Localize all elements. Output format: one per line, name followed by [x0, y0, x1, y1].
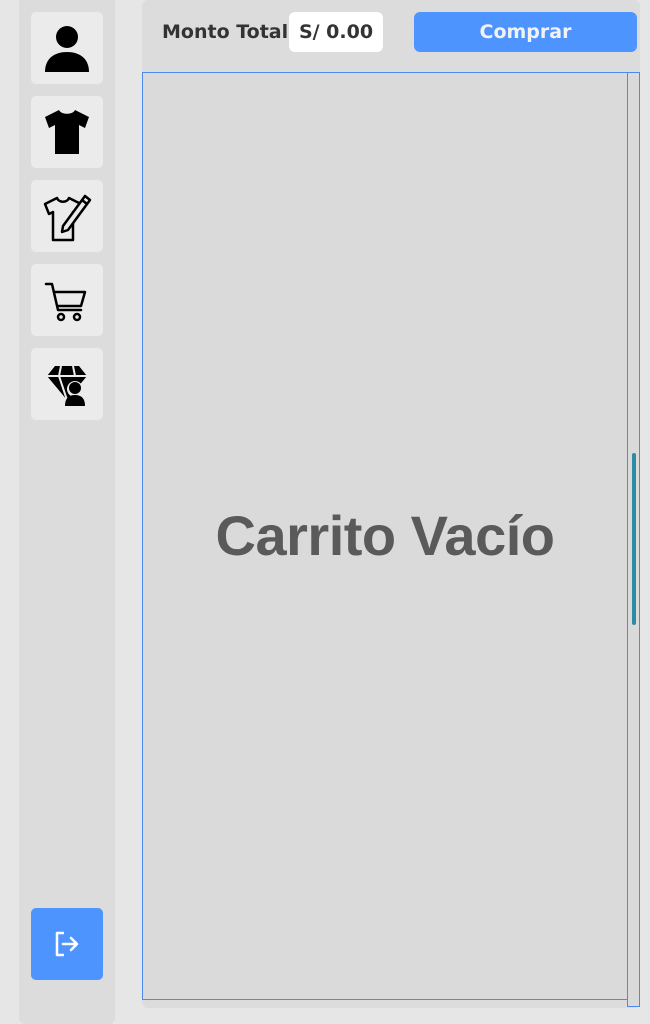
tshirt-design-icon	[43, 194, 92, 242]
scrollbar-track[interactable]	[627, 72, 640, 1007]
logout-icon	[55, 931, 79, 957]
buy-button[interactable]: Comprar	[414, 12, 637, 52]
cart-header: Monto Total S/ 0.00 Comprar	[142, 0, 640, 72]
main-panel: Monto Total S/ 0.00 Comprar Carrito Vací…	[142, 0, 640, 1008]
empty-cart-message: Carrito Vacío	[215, 504, 555, 567]
sidebar	[19, 0, 115, 1024]
logout-button[interactable]	[31, 908, 103, 980]
sidebar-item-profile[interactable]	[31, 12, 103, 84]
sidebar-item-cart[interactable]	[31, 264, 103, 336]
tshirt-icon	[45, 110, 89, 154]
scrollbar-thumb[interactable]	[632, 453, 636, 625]
sidebar-item-admin[interactable]	[31, 348, 103, 420]
admin-gem-icon	[47, 365, 87, 406]
sidebar-item-products[interactable]	[31, 96, 103, 168]
sidebar-item-design[interactable]	[31, 180, 103, 252]
cart-list: Carrito Vacío	[142, 72, 628, 1000]
user-icon	[45, 26, 89, 72]
total-label: Monto Total	[162, 21, 289, 43]
total-value: S/ 0.00	[289, 12, 383, 52]
cart-icon	[44, 282, 87, 322]
